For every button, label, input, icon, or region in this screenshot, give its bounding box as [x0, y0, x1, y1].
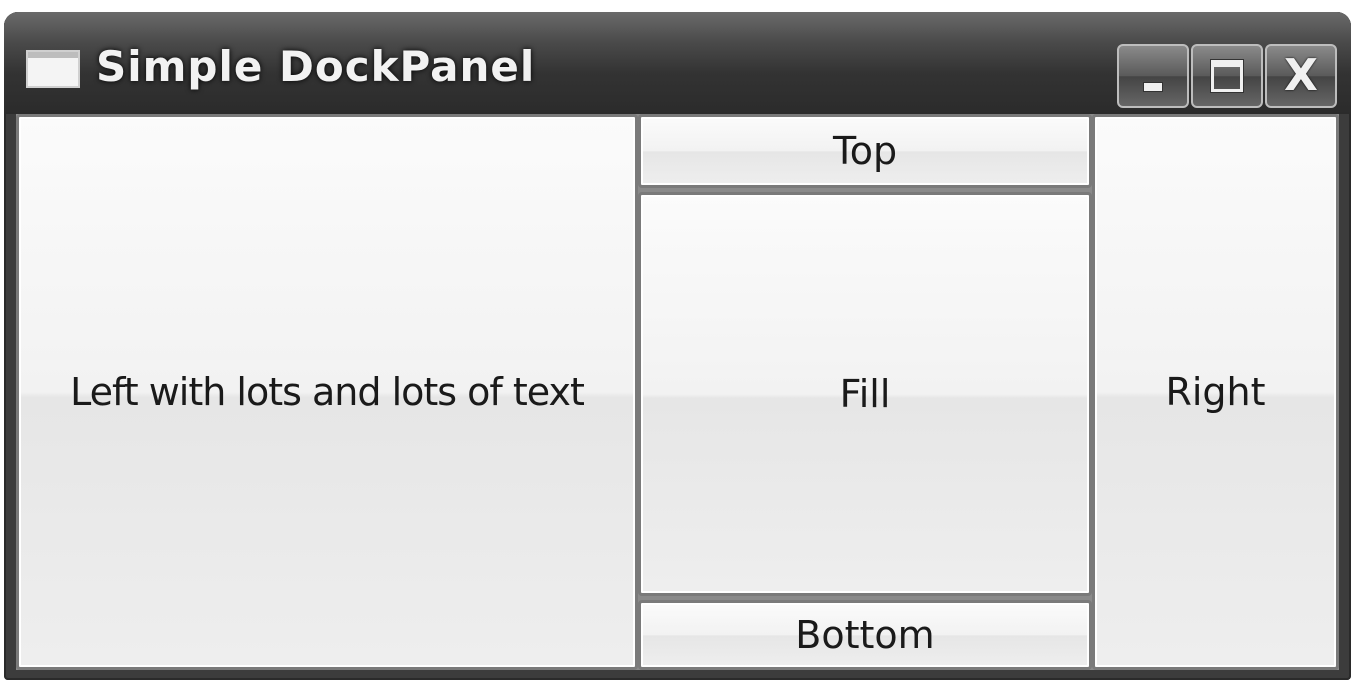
dock-panel: Left with lots and lots of text Top Fill…	[16, 114, 1339, 670]
maximize-button[interactable]	[1191, 44, 1263, 108]
caption-buttons: X	[1117, 44, 1337, 108]
bottom-dock-button[interactable]: Bottom	[638, 600, 1092, 670]
minimize-icon	[1143, 82, 1163, 92]
top-dock-button[interactable]: Top	[638, 114, 1092, 188]
maximize-icon	[1210, 59, 1244, 93]
window-icon[interactable]	[26, 50, 80, 88]
window-title: Simple DockPanel	[96, 42, 536, 91]
close-icon: X	[1284, 50, 1318, 101]
minimize-button[interactable]	[1117, 44, 1189, 108]
close-button[interactable]: X	[1265, 44, 1337, 108]
fill-dock-button[interactable]: Fill	[638, 192, 1092, 596]
left-dock-button[interactable]: Left with lots and lots of text	[16, 114, 638, 670]
application-window: Simple DockPanel X Left with lots and lo…	[4, 12, 1351, 680]
title-bar[interactable]: Simple DockPanel X	[4, 12, 1351, 114]
right-dock-button[interactable]: Right	[1092, 114, 1339, 670]
